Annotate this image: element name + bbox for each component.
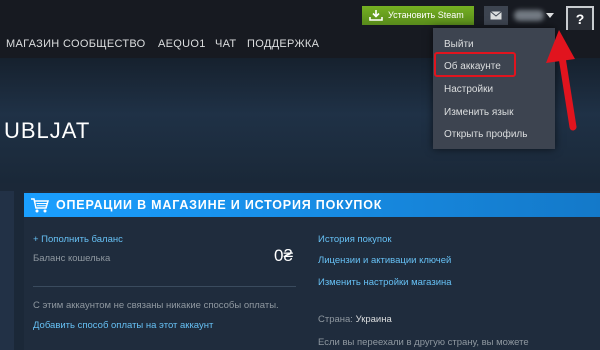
account-title: UBLJAT (4, 118, 91, 143)
country-label: Страна: (318, 314, 353, 325)
nav-profile[interactable]: AEQUO1 (158, 38, 206, 50)
highlight-box (434, 52, 516, 77)
install-steam-label: Установить Steam (388, 10, 464, 20)
store-preferences-link[interactable]: Изменить настройки магазина (318, 277, 452, 288)
menu-item-logout[interactable]: Выйти (444, 39, 474, 50)
wallet-balance-value: 0₴ (274, 246, 293, 265)
divider (33, 286, 296, 287)
no-payment-text: С этим аккаунтом не связаны никакие спос… (33, 300, 279, 311)
menu-item-preferences[interactable]: Настройки (444, 84, 493, 95)
menu-item-view-profile[interactable]: Открыть профиль (444, 129, 527, 140)
licenses-link[interactable]: Лицензии и активации ключей (318, 255, 451, 266)
country-row: Страна: Украина (318, 314, 392, 325)
annotation-arrow-icon (546, 30, 577, 131)
nav-community[interactable]: СООБЩЕСТВО (63, 38, 146, 50)
country-value: Украина (355, 314, 392, 325)
blurred-username (514, 10, 544, 21)
account-menu-toggle[interactable] (514, 8, 554, 24)
add-funds-link[interactable]: + Пополнить баланс (33, 234, 123, 245)
menu-item-change-language[interactable]: Изменить язык (444, 107, 513, 118)
chevron-down-icon (546, 13, 554, 18)
notifications-button[interactable] (484, 6, 508, 25)
cart-icon (31, 198, 49, 213)
left-column (0, 191, 14, 350)
nav-store[interactable]: МАГАЗИН (6, 38, 60, 50)
section-title: ОПЕРАЦИИ В МАГАЗИНЕ И ИСТОРИЯ ПОКУПОК (56, 198, 383, 212)
purchase-history-link[interactable]: История покупок (318, 234, 392, 245)
add-payment-link[interactable]: Добавить способ оплаты на этот аккаунт (33, 320, 213, 331)
wallet-balance-label: Баланс кошелька (33, 253, 111, 264)
download-icon (369, 10, 383, 21)
envelope-icon (490, 11, 502, 20)
nav-support[interactable]: ПОДДЕРЖКА (247, 38, 319, 50)
install-steam-button[interactable]: Установить Steam (362, 6, 474, 25)
moved-country-text: Если вы переехали в другую страну, вы мо… (318, 337, 529, 348)
section-header: ОПЕРАЦИИ В МАГАЗИНЕ И ИСТОРИЯ ПОКУПОК (24, 193, 600, 217)
nav-chat[interactable]: ЧАТ (215, 38, 236, 50)
top-bar (0, 0, 600, 30)
